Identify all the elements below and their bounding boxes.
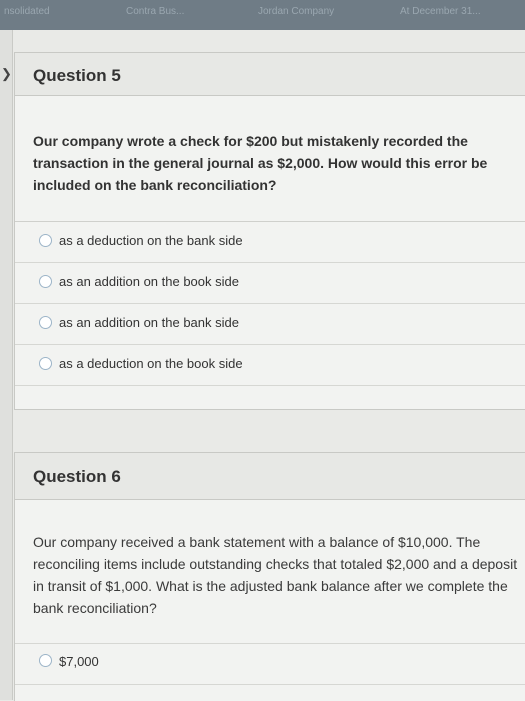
question-5-header: Question 5	[15, 53, 525, 96]
answer-option[interactable]: as a deduction on the book side	[15, 345, 525, 386]
answer-option[interactable]: as an addition on the bank side	[15, 304, 525, 345]
browser-tab[interactable]: nsolidated	[4, 6, 50, 17]
answer-label: $7,000	[59, 654, 99, 669]
answer-option[interactable]: as an addition on the book side	[15, 263, 525, 304]
answer-label: as a deduction on the bank side	[59, 233, 243, 248]
answer-label: as a deduction on the book side	[59, 356, 243, 371]
question-6-answers: $7,000	[15, 643, 525, 685]
radio-button[interactable]	[39, 275, 52, 288]
question-6-title: Question 6	[33, 467, 121, 486]
question-6-header: Question 6	[15, 453, 525, 500]
browser-tab[interactable]: Contra Bus...	[126, 6, 184, 17]
radio-button[interactable]	[39, 357, 52, 370]
question-6-text: Our company received a bank statement wi…	[33, 534, 518, 616]
chevron-right-icon[interactable]: ❯	[1, 66, 12, 82]
radio-button[interactable]	[39, 654, 52, 667]
radio-button[interactable]	[39, 316, 52, 329]
question-5-answers: as a deduction on the bank side as an ad…	[15, 221, 525, 386]
browser-tab-bar: nsolidated Contra Bus... Jordan Company …	[0, 0, 525, 30]
answer-option[interactable]: $7,000	[15, 644, 525, 685]
question-5-text: Our company wrote a check for $200 but m…	[33, 133, 488, 193]
question-5-panel: Question 5 Our company wrote a check for…	[14, 52, 525, 410]
answer-label: as an addition on the book side	[59, 274, 239, 289]
answer-option[interactable]: as a deduction on the bank side	[15, 222, 525, 263]
question-6-panel: Question 6 Our company received a bank s…	[14, 452, 525, 701]
answer-label: as an addition on the bank side	[59, 315, 239, 330]
question-5-title: Question 5	[33, 66, 121, 85]
browser-tab[interactable]: Jordan Company	[258, 6, 334, 17]
left-rail	[0, 30, 13, 700]
radio-button[interactable]	[39, 234, 52, 247]
browser-tab[interactable]: At December 31...	[400, 6, 481, 17]
